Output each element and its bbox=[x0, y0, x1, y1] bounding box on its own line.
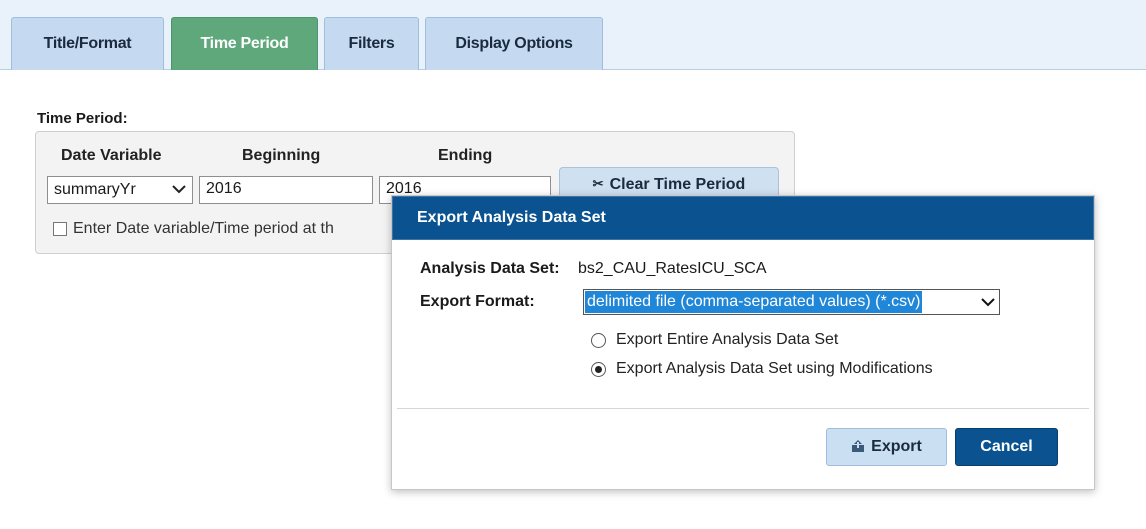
export-entire-label: Export Entire Analysis Data Set bbox=[616, 331, 839, 348]
export-entire-option[interactable]: Export Entire Analysis Data Set bbox=[591, 331, 838, 349]
date-variable-select[interactable]: summaryYr bbox=[47, 176, 193, 204]
date-time-checkbox[interactable] bbox=[53, 222, 67, 236]
date-time-checkbox-row[interactable]: Enter Date variable/Time period at th bbox=[53, 220, 334, 238]
ending-header: Ending bbox=[438, 147, 493, 164]
cancel-button[interactable]: Cancel bbox=[955, 428, 1058, 466]
chevron-down-icon bbox=[172, 181, 186, 199]
date-time-checkbox-label: Enter Date variable/Time period at th bbox=[73, 220, 334, 237]
tab-filters[interactable]: Filters bbox=[324, 17, 419, 70]
radio-button-selected[interactable] bbox=[591, 361, 606, 377]
tab-display-options[interactable]: Display Options bbox=[425, 17, 603, 70]
clear-time-period-label: Clear Time Period bbox=[609, 176, 746, 193]
export-format-label: Export Format: bbox=[420, 293, 535, 310]
tab-title-format[interactable]: Title/Format bbox=[11, 17, 164, 70]
scissors-icon: ✂ bbox=[592, 176, 604, 191]
analysis-data-set-value: bs2_CAU_RatesICU_SCA bbox=[578, 260, 767, 277]
export-button[interactable]: Export bbox=[826, 428, 947, 466]
export-icon bbox=[851, 439, 865, 456]
time-period-label: Time Period: bbox=[37, 110, 128, 127]
export-modifications-label: Export Analysis Data Set using Modificat… bbox=[616, 360, 933, 377]
beginning-input[interactable]: 2016 bbox=[199, 176, 373, 204]
tab-time-period[interactable]: Time Period bbox=[171, 17, 318, 70]
radio-button[interactable] bbox=[591, 332, 606, 348]
export-dialog: Export Analysis Data Set Analysis Data S… bbox=[391, 195, 1095, 490]
date-variable-value: summaryYr bbox=[54, 181, 136, 198]
export-label: Export bbox=[871, 438, 922, 455]
divider bbox=[397, 408, 1089, 409]
beginning-header: Beginning bbox=[242, 147, 321, 164]
dialog-title: Export Analysis Data Set bbox=[392, 196, 1094, 240]
tab-bar: Title/Format Time Period Filters Display… bbox=[0, 0, 1146, 70]
date-variable-header: Date Variable bbox=[61, 147, 162, 164]
export-modifications-option[interactable]: Export Analysis Data Set using Modificat… bbox=[591, 360, 933, 378]
chevron-down-icon bbox=[977, 294, 999, 310]
export-format-select[interactable]: delimited file (comma-separated values) … bbox=[583, 289, 1000, 315]
export-format-value: delimited file (comma-separated values) … bbox=[585, 291, 923, 313]
radio-dot bbox=[595, 365, 602, 373]
analysis-data-set-label: Analysis Data Set: bbox=[420, 260, 560, 277]
